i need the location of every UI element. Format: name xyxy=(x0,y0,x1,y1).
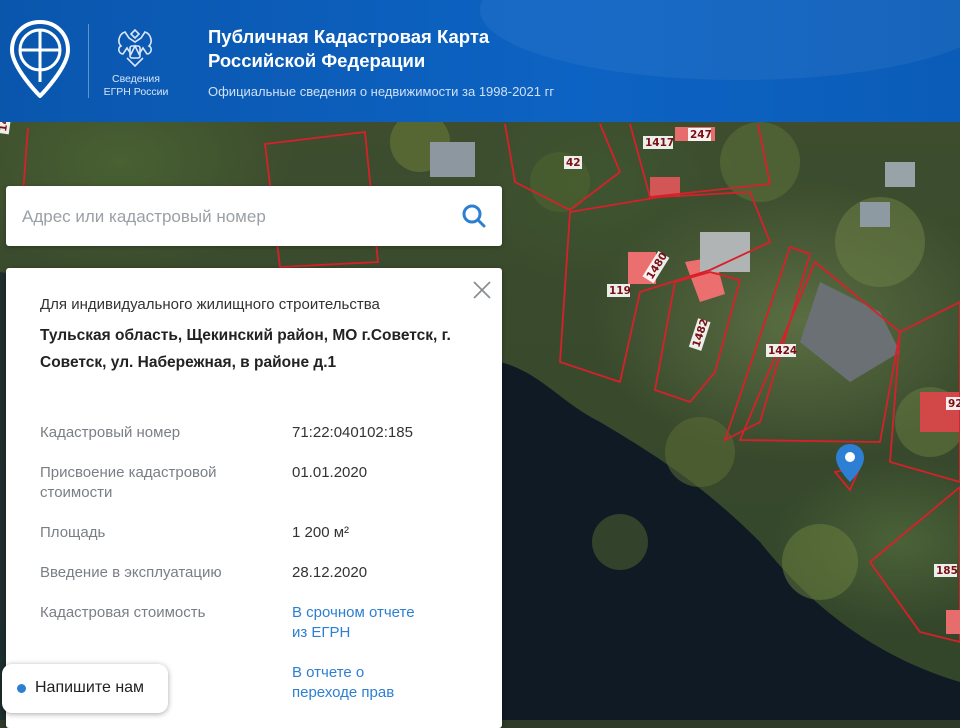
svg-text:42: 42 xyxy=(566,157,581,169)
commissioning-label: Введение в эксплуатацию xyxy=(40,564,222,581)
area-value: 1 200 м² xyxy=(292,524,350,541)
egrn-label: Сведения ЕГРН России xyxy=(100,73,172,99)
app-header: Сведения ЕГРН России Публичная Кадастров… xyxy=(0,0,960,122)
search-icon[interactable] xyxy=(461,203,487,229)
svg-text:1424: 1424 xyxy=(768,345,797,357)
highlight-parcel-fragment xyxy=(946,610,960,634)
page-title-line1: Публичная Кадастровая Карта xyxy=(208,26,490,47)
header-divider xyxy=(88,24,89,98)
chat-button-label: Напишите нам xyxy=(35,679,145,696)
parcel-label-1482[interactable]: 1482 xyxy=(688,317,711,351)
parcel-address: Тульская область, Щекинский район, МО г.… xyxy=(40,327,451,371)
parcel-label-247[interactable]: 247 xyxy=(688,128,712,141)
parcel-label-1424[interactable]: 1424 xyxy=(766,344,797,357)
cadastral-number-value: 71:22:040102:185 xyxy=(292,424,413,441)
chat-status-dot xyxy=(17,684,26,693)
search-bar xyxy=(6,186,502,248)
parcel-label-92[interactable]: 92 xyxy=(946,397,960,410)
valuation-date-value: 01.01.2020 xyxy=(292,464,368,481)
svg-text:119: 119 xyxy=(609,285,631,297)
transfer-report-link[interactable]: В отчете о переходе прав xyxy=(292,663,432,703)
parcel-label-1410[interactable]: 1410 xyxy=(0,122,13,135)
svg-text:247: 247 xyxy=(690,129,712,141)
cadastral-value-label: Кадастровая стоимость xyxy=(40,604,206,621)
parcel-label-119[interactable]: 119 xyxy=(607,284,631,297)
svg-text:185: 185 xyxy=(936,565,958,577)
parcel-label-185[interactable]: 185 xyxy=(934,564,958,577)
svg-text:92: 92 xyxy=(948,398,960,410)
parcel-info-card: Для индивидуального жилищного строительс… xyxy=(6,268,502,728)
search-input[interactable] xyxy=(20,186,444,248)
svg-text:1482: 1482 xyxy=(690,317,710,349)
svg-text:1410: 1410 xyxy=(0,122,13,132)
commissioning-value: 28.12.2020 xyxy=(292,564,368,581)
urgent-report-link[interactable]: В срочном отчете из ЕГРН xyxy=(292,603,432,643)
valuation-date-label: Присвоение кадастровой стоимости xyxy=(40,464,217,501)
river-water xyxy=(500,362,960,720)
location-pin-icon[interactable] xyxy=(836,444,864,482)
egrn-label-line1: Сведения xyxy=(112,73,160,85)
parcel-label-42[interactable]: 42 xyxy=(564,156,582,169)
parcel-purpose: Для индивидуального жилищного строительс… xyxy=(40,296,380,313)
cadastral-number-label: Кадастровый номер xyxy=(40,424,181,441)
cadastral-map-logo-icon[interactable] xyxy=(10,20,70,98)
parcel-label-1417[interactable]: 1417 xyxy=(643,136,674,149)
page-subtitle: Официальные сведения о недвижимости за 1… xyxy=(208,84,555,99)
close-icon[interactable] xyxy=(471,279,493,301)
chat-button[interactable]: Напишите нам xyxy=(2,664,168,713)
coat-of-arms-icon xyxy=(118,28,152,68)
egrn-label-line2: ЕГРН России xyxy=(103,86,169,98)
svg-text:1417: 1417 xyxy=(645,137,674,149)
area-label: Площадь xyxy=(40,524,106,541)
page-title: Публичная Кадастровая Карта Российской Ф… xyxy=(208,25,489,73)
page-title-line2: Российской Федерации xyxy=(208,50,426,71)
